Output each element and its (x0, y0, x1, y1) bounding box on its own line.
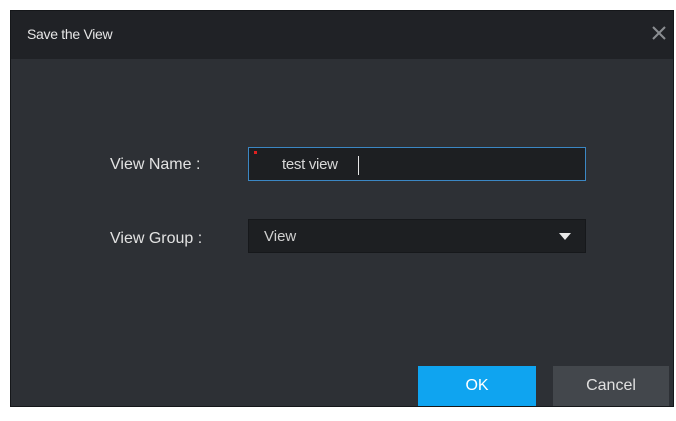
cancel-button[interactable]: Cancel (553, 366, 669, 406)
view-group-select[interactable]: View (248, 219, 586, 253)
view-name-input[interactable]: test view (248, 147, 586, 181)
close-icon (652, 26, 666, 40)
ok-button[interactable]: OK (418, 366, 536, 406)
text-caret (358, 156, 359, 175)
view-name-value: test view (282, 156, 338, 173)
required-indicator (254, 151, 257, 154)
view-group-label: View Group : (110, 230, 203, 247)
dialog-titlebar: Save the View (11, 11, 673, 59)
dropdown-arrow-icon (559, 233, 571, 240)
save-view-dialog: Save the View View Name : test view View… (10, 10, 674, 407)
view-group-value: View (264, 228, 297, 245)
view-name-label: View Name : (110, 156, 201, 173)
close-button[interactable] (645, 19, 673, 49)
dialog-title: Save the View (27, 26, 113, 42)
